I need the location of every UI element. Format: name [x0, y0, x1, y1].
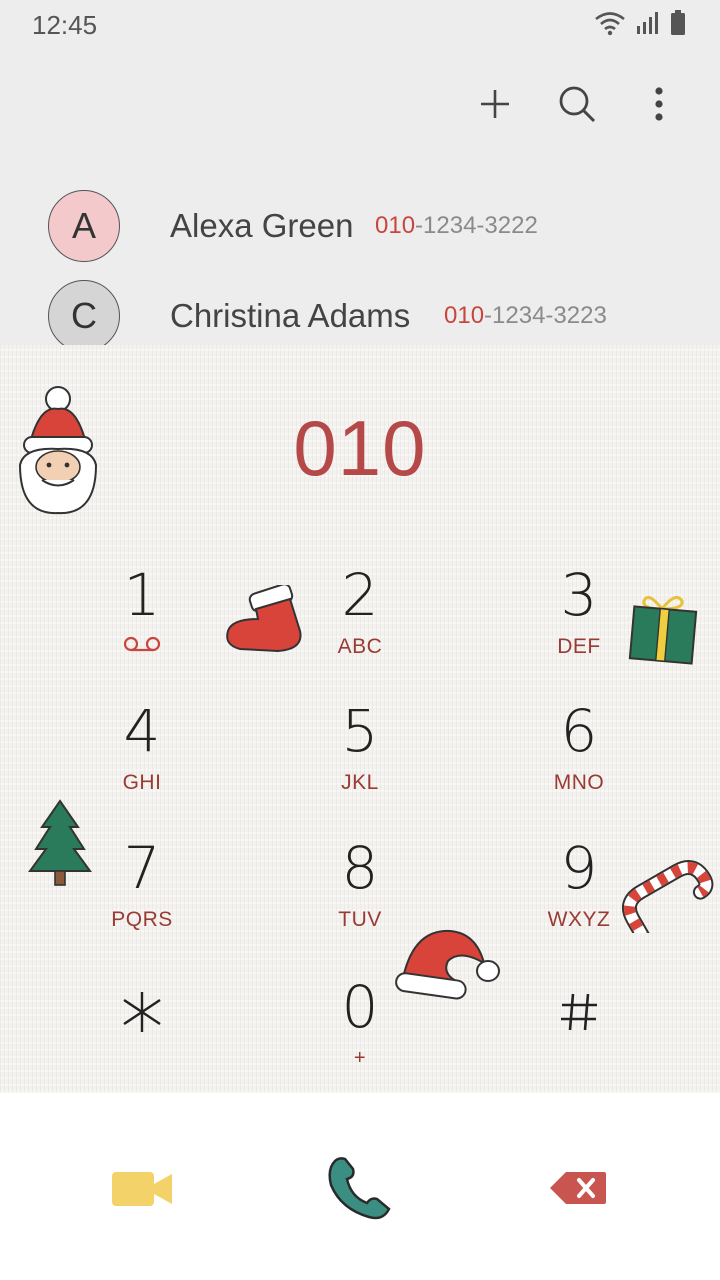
contact-name: Christina Adams — [170, 297, 411, 334]
video-call-icon — [112, 1172, 172, 1206]
battery-icon — [671, 10, 685, 35]
dialpad: 010 1 2 ABC 3 DEF 4 GHI 5 JKL 6 MNO 7 PQ… — [0, 345, 720, 1093]
avatar: C — [48, 280, 120, 352]
contact-suggestion[interactable]: C Christina Adams 010-1234-3223 — [0, 276, 720, 356]
backspace-button[interactable] — [538, 1153, 618, 1223]
status-time: 12:45 — [32, 10, 98, 40]
add-contact-button[interactable] — [474, 80, 516, 128]
call-button[interactable] — [320, 1153, 400, 1223]
hash-icon — [561, 993, 597, 1031]
video-call-button[interactable] — [102, 1153, 182, 1223]
number-rest: -1234-3223 — [484, 302, 607, 329]
search-button[interactable] — [556, 80, 598, 128]
contact-number: 010-1234-3222 — [375, 212, 538, 240]
tree-icon — [28, 799, 92, 886]
bottom-bar — [0, 1093, 720, 1280]
santa-hat-icon — [395, 929, 500, 1000]
backspace-icon — [550, 1172, 606, 1204]
signal-icon — [637, 12, 658, 34]
top-actions — [474, 80, 680, 128]
stocking-icon — [226, 585, 302, 653]
key-hash[interactable] — [499, 990, 659, 1110]
more-options-button[interactable] — [638, 80, 680, 128]
contact-number: 010-1234-3223 — [444, 302, 607, 330]
contact-name: Alexa Green — [170, 207, 354, 244]
santa-icon — [18, 386, 98, 515]
status-icons — [594, 10, 686, 36]
number-rest: -1234-3222 — [415, 212, 538, 239]
key-5[interactable]: 5 JKL — [280, 699, 440, 819]
asterisk-icon — [123, 992, 161, 1032]
phone-icon — [328, 1157, 391, 1220]
candy-cane-icon — [621, 860, 714, 933]
key-star[interactable] — [62, 990, 222, 1110]
key-1[interactable]: 1 — [62, 563, 222, 683]
add-icon — [481, 90, 509, 118]
status-bar: 12:45 — [0, 0, 720, 50]
key-6[interactable]: 6 MNO — [499, 699, 659, 819]
search-icon — [559, 86, 596, 123]
gift-icon — [628, 595, 698, 665]
more-vertical-icon — [655, 87, 663, 121]
number-match: 010 — [444, 302, 485, 329]
avatar: A — [48, 190, 120, 262]
wifi-icon — [595, 12, 625, 36]
contact-suggestion[interactable]: A Alexa Green 010-1234-3222 — [0, 186, 720, 266]
number-match: 010 — [375, 212, 416, 239]
voicemail-icon — [123, 636, 161, 652]
dialed-number[interactable]: 010 — [0, 403, 720, 494]
